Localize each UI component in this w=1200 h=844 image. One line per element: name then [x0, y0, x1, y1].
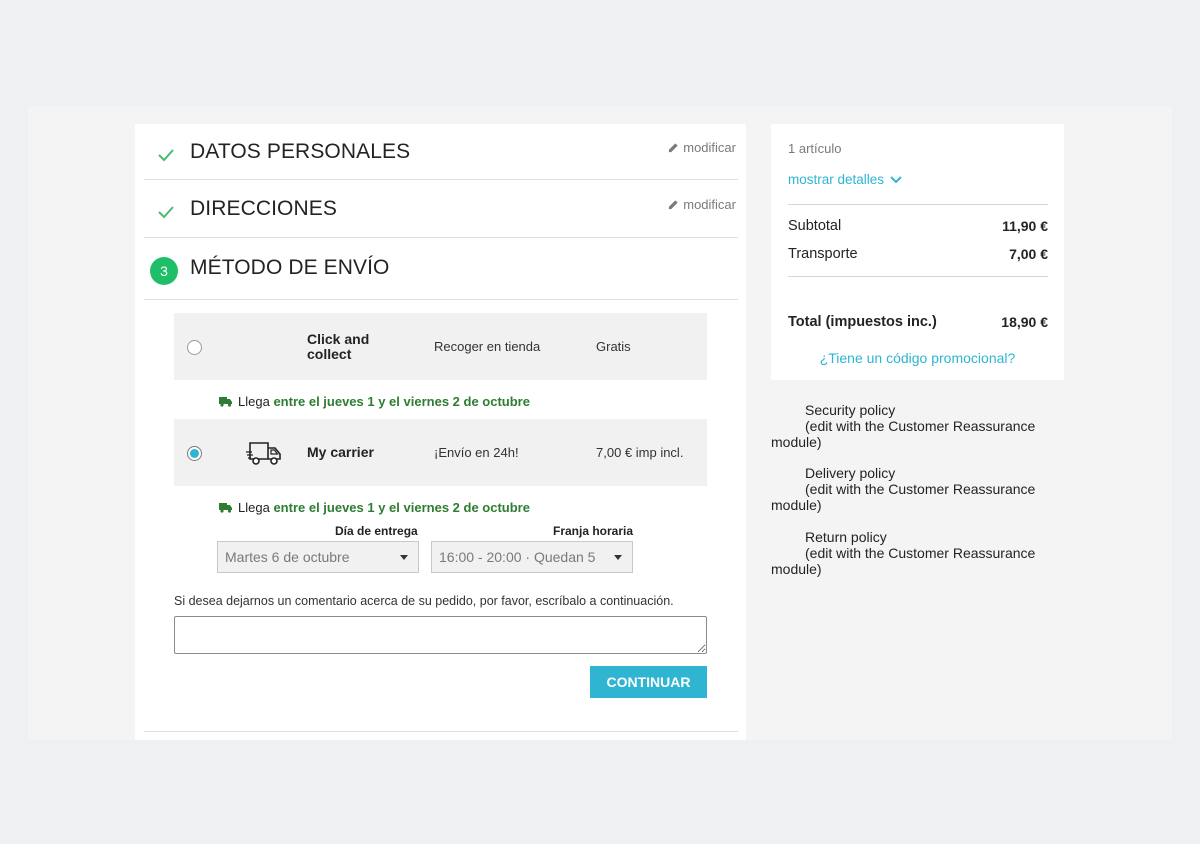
reassurance-security: Security policy (edit with the Customer …: [771, 402, 1064, 450]
checkout-steps: DATOS PERSONALES modificar DIRECCIONES m…: [135, 124, 746, 740]
divider: [788, 204, 1048, 205]
step-personal-info[interactable]: DATOS PERSONALES modificar: [144, 124, 738, 180]
carrier-delay: ¡Envío en 24h!: [434, 445, 519, 460]
edit-label: modificar: [683, 197, 736, 212]
reassurance-delivery: Delivery policy (edit with the Customer …: [771, 465, 1064, 513]
carrier-option-my-carrier[interactable]: My carrier ¡Envío en 24h! 7,00 € imp inc…: [174, 419, 707, 486]
step-number-badge: 3: [150, 257, 178, 285]
check-icon: [158, 206, 174, 219]
reassurance-return: Return policy (edit with the Customer Re…: [771, 529, 1064, 577]
reassurance-desc: (edit with the Customer Reassurance modu…: [771, 545, 1036, 577]
total-value: 18,90 €: [1001, 314, 1048, 330]
truck-small-icon: [219, 503, 232, 513]
cart-summary: 1 artículo mostrar detalles Subtotal 11,…: [771, 124, 1064, 380]
carrier-price: Gratis: [596, 339, 631, 354]
reassurance-title: Delivery policy: [805, 465, 896, 481]
edit-label: modificar: [683, 140, 736, 155]
check-icon: [158, 149, 174, 162]
divider: [144, 731, 738, 732]
total-label: Total (impuestos inc.): [788, 314, 937, 330]
delivery-estimate: Llega entre el jueves 1 y el viernes 2 d…: [219, 394, 530, 409]
delivery-day-select[interactable]: Martes 6 de octubre: [217, 541, 419, 573]
time-slot-value: 16:00 - 20:00 · Quedan 5: [439, 549, 596, 565]
eta-range: entre el jueves 1 y el viernes 2 de octu…: [273, 394, 530, 409]
show-details-toggle[interactable]: mostrar detalles: [788, 172, 902, 187]
chevron-down-icon: [890, 175, 902, 183]
carrier-name: Click and collect: [307, 331, 370, 362]
delivery-day-value: Martes 6 de octubre: [225, 549, 350, 565]
chevron-down-icon: [614, 555, 622, 560]
edit-addresses-link[interactable]: modificar: [668, 197, 736, 212]
carrier-price: 7,00 € imp incl.: [596, 445, 684, 460]
subtotal-value: 11,90 €: [1002, 218, 1048, 234]
comment-label: Si desea dejarnos un comentario acerca d…: [174, 594, 674, 608]
carrier-name: My carrier: [307, 444, 374, 460]
promo-code-link[interactable]: ¿Tiene un código promocional?: [771, 350, 1064, 366]
carrier-radio-selected[interactable]: [187, 446, 202, 461]
item-count: 1 artículo: [788, 141, 842, 156]
delivery-estimate: Llega entre el jueves 1 y el viernes 2 d…: [219, 500, 530, 515]
shipping-label: Transporte: [788, 246, 858, 262]
shipping-value: 7,00 €: [1009, 246, 1048, 262]
delivery-day-label: Día de entrega: [335, 524, 418, 538]
reassurance-desc: (edit with the Customer Reassurance modu…: [771, 418, 1036, 450]
reassurance-title: Security policy: [805, 402, 896, 418]
step-title: DATOS PERSONALES: [190, 140, 411, 163]
eta-range: entre el jueves 1 y el viernes 2 de octu…: [273, 500, 530, 515]
pencil-icon: [669, 143, 678, 153]
order-comment-textarea[interactable]: [174, 616, 707, 654]
carrier-radio[interactable]: [187, 340, 202, 355]
step-title: DIRECCIONES: [190, 197, 337, 220]
subtotal-row: Subtotal 11,90 €: [788, 218, 1048, 234]
edit-personal-info-link[interactable]: modificar: [668, 140, 736, 155]
eta-prefix: Llega: [238, 394, 270, 409]
carrier-delay: Recoger en tienda: [434, 339, 541, 354]
truck-icon: [246, 442, 281, 465]
carrier-option-click-and-collect[interactable]: Click and collect Recoger en tienda Grat…: [174, 313, 707, 380]
chevron-down-icon: [400, 555, 408, 560]
time-slot-select[interactable]: 16:00 - 20:00 · Quedan 5: [431, 541, 633, 573]
eta-prefix: Llega: [238, 500, 270, 515]
step-shipping-method: 3 MÉTODO DE ENVÍO: [144, 238, 738, 300]
step-addresses[interactable]: DIRECCIONES modificar: [144, 180, 738, 238]
shipping-row: Transporte 7,00 €: [788, 246, 1048, 262]
divider: [788, 276, 1048, 277]
subtotal-label: Subtotal: [788, 218, 842, 234]
pencil-icon: [669, 200, 678, 210]
checkout-page: DATOS PERSONALES modificar DIRECCIONES m…: [28, 106, 1172, 740]
time-slot-label: Franja horaria: [553, 524, 634, 538]
continue-button[interactable]: CONTINUAR: [590, 666, 707, 698]
show-details-label: mostrar detalles: [788, 172, 885, 187]
reassurance-desc: (edit with the Customer Reassurance modu…: [771, 481, 1036, 513]
reassurance-title: Return policy: [805, 529, 887, 545]
total-row: Total (impuestos inc.) 18,90 €: [788, 314, 1048, 330]
step-title: MÉTODO DE ENVÍO: [190, 256, 390, 279]
truck-small-icon: [219, 397, 232, 407]
